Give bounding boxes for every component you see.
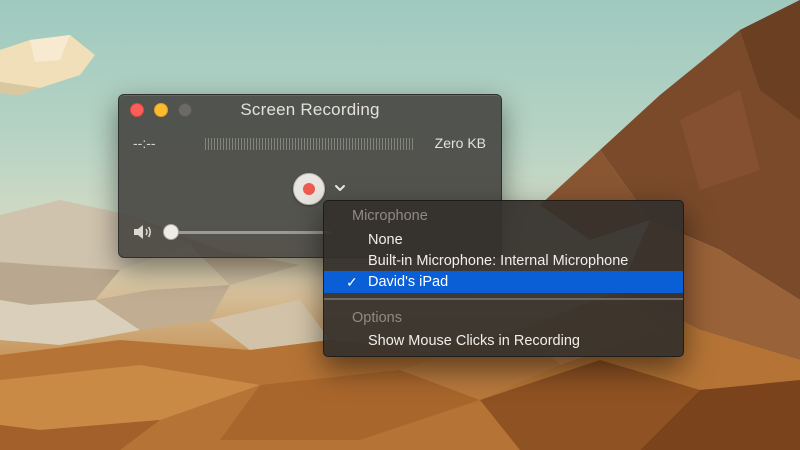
record-icon xyxy=(303,183,315,195)
chevron-down-icon[interactable] xyxy=(333,181,347,195)
volume-slider-thumb[interactable] xyxy=(163,224,179,240)
menu-item-label: None xyxy=(368,232,403,248)
menu-item-label: David's iPad xyxy=(368,274,449,290)
record-button[interactable] xyxy=(293,173,325,205)
audio-level-meter xyxy=(205,138,413,150)
menu-item-none[interactable]: None xyxy=(324,229,683,251)
menu-header-microphone: Microphone xyxy=(352,208,428,224)
checkmark-icon: ✓ xyxy=(346,274,358,290)
menu-item-davids-ipad[interactable]: ✓ David's iPad xyxy=(324,271,683,293)
menu-header-options: Options xyxy=(352,310,402,326)
menu-item-built-in-microphone[interactable]: Built-in Microphone: Internal Microphone xyxy=(324,250,683,272)
title-bar[interactable]: Screen Recording xyxy=(119,95,501,125)
options-menu: Microphone None Built-in Microphone: Int… xyxy=(323,200,684,357)
file-size: Zero KB xyxy=(434,135,486,151)
menu-item-label: Built-in Microphone: Internal Microphone xyxy=(368,253,629,269)
window-title: Screen Recording xyxy=(240,100,380,119)
menu-item-show-mouse-clicks[interactable]: Show Mouse Clicks in Recording xyxy=(324,330,683,352)
speaker-icon xyxy=(134,225,151,239)
elapsed-time: --:-- xyxy=(133,135,156,151)
menu-item-label: Show Mouse Clicks in Recording xyxy=(368,333,580,349)
volume-slider-track[interactable] xyxy=(171,231,331,234)
menu-divider xyxy=(324,298,683,300)
